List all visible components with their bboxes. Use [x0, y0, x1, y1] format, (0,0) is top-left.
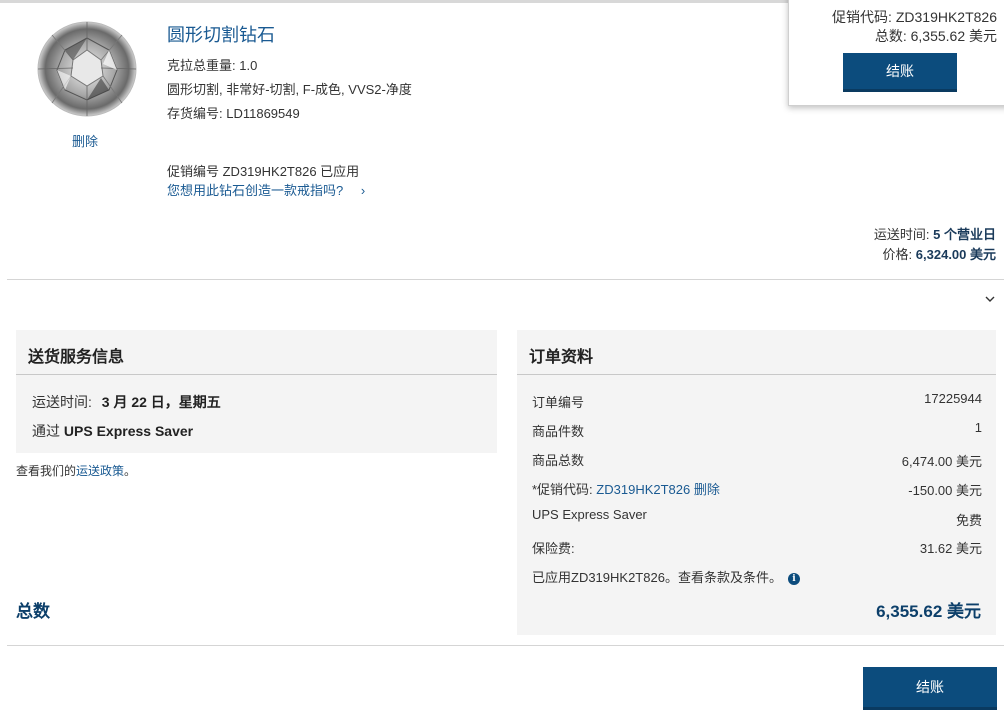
order-total-value: 6,355.62 美元	[876, 602, 981, 621]
delivery-time-value: 3 月 22 日，星期五	[101, 394, 221, 410]
product-title[interactable]: 圆形切割钻石	[167, 21, 275, 47]
float-total-row: 总数: 6,355.62 美元	[875, 26, 997, 46]
promo-code-row: *促销代码: ZD319HK2T826 删除	[532, 479, 720, 498]
shipping-info-panel: 送货服务信息 运送时间: 3 月 22 日，星期五 通过 UPS Express…	[16, 330, 497, 453]
bottom-divider	[7, 645, 1004, 646]
float-total-label: 总数:	[874, 28, 907, 44]
promo-terms-text[interactable]: 已应用ZD319HK2T826。查看条款及条件。	[532, 570, 782, 585]
item-count-label: 商品件数	[532, 424, 585, 439]
promo-applied-note: 促销编号 ZD319HK2T826 已应用	[167, 164, 360, 179]
create-ring-link[interactable]: 您想用此钻石创造一款戒指吗? ›	[167, 180, 365, 199]
float-promo-label: 促销代码:	[832, 9, 892, 25]
policy-suffix: 。	[124, 464, 137, 478]
shipping-method-label: UPS Express Saver	[532, 507, 647, 522]
product-ship-time-value: 5 个营业日	[933, 227, 996, 242]
product-carat: 克拉总重量: 1.0	[167, 58, 258, 73]
product-price-value: 6,324.00 美元	[915, 247, 996, 262]
float-promo-code: ZD319HK2T826	[895, 9, 997, 25]
create-ring-link-text[interactable]: 您想用此钻石创造一款戒指吗?	[167, 183, 343, 198]
chevron-down-icon[interactable]	[984, 293, 996, 305]
delivery-carrier-value: UPS Express Saver	[63, 423, 194, 439]
diamond-image	[37, 21, 137, 117]
subtotal-label: 商品总数	[532, 453, 585, 468]
order-panel-title: 订单资料	[529, 349, 594, 366]
promo-code-value: ZD319HK2T826	[596, 482, 691, 497]
delivery-carrier: 通过 UPS Express Saver	[32, 421, 193, 441]
policy-prefix: 查看我们的	[16, 464, 77, 478]
section-divider	[7, 279, 1004, 280]
order-number-label: 订单编号	[532, 395, 585, 410]
shipping-panel-header: 送货服务信息	[16, 330, 497, 375]
float-checkout-button[interactable]: 结账	[843, 53, 957, 92]
delivery-time: 运送时间: 3 月 22 日，星期五	[32, 392, 221, 412]
promo-discount-value: -150.00 美元	[908, 483, 982, 498]
item-count-value: 1	[974, 420, 982, 435]
order-info-panel: 订单资料 订单编号 17225944 商品件数 1 商品总数 6,474.00 …	[517, 330, 996, 635]
product-price: 价格: 6,324.00 美元	[883, 244, 996, 263]
delivery-time-label: 运送时间:	[32, 394, 92, 410]
float-total-value: 6,355.62 美元	[910, 28, 997, 44]
insurance-value: 31.62 美元	[919, 541, 982, 556]
shipping-policy-link[interactable]: 运送政策	[76, 464, 124, 478]
product-price-label: 价格:	[882, 247, 913, 262]
chevron-right-icon: ›	[360, 183, 366, 198]
shipping-panel-title: 送货服务信息	[28, 349, 125, 366]
info-icon[interactable]: i	[787, 573, 800, 585]
promo-terms-note: 已应用ZD319HK2T826。查看条款及条件。 i	[532, 567, 800, 586]
order-total-label: 总数	[16, 602, 50, 621]
product-ship-time: 运送时间: 5 个营业日	[874, 224, 996, 243]
remove-item-link[interactable]: 删除	[72, 131, 98, 150]
order-number-value: 17225944	[924, 391, 982, 406]
top-divider	[0, 0, 788, 3]
product-stock-number: 存货编号: LD11869549	[167, 106, 300, 121]
insurance-label: 保险费:	[532, 541, 575, 556]
float-promo-row: 促销代码: ZD319HK2T826	[832, 7, 997, 27]
subtotal-value: 6,474.00 美元	[901, 454, 982, 469]
product-specs: 圆形切割, 非常好-切割, F-成色, VVS2-净度	[167, 82, 412, 97]
promo-code-label: *促销代码:	[532, 482, 593, 497]
delivery-carrier-label: 通过	[32, 423, 60, 439]
order-panel-header: 订单资料	[517, 330, 996, 375]
remove-promo-link[interactable]: 删除	[694, 482, 720, 497]
shipping-method-value: 免费	[955, 513, 982, 528]
shipping-policy-note: 查看我们的运送政策。	[16, 462, 136, 479]
checkout-button[interactable]: 结账	[863, 667, 997, 710]
floating-order-summary: 促销代码: ZD319HK2T826 总数: 6,355.62 美元 结账	[788, 0, 1004, 106]
product-ship-time-label: 运送时间:	[873, 227, 930, 242]
